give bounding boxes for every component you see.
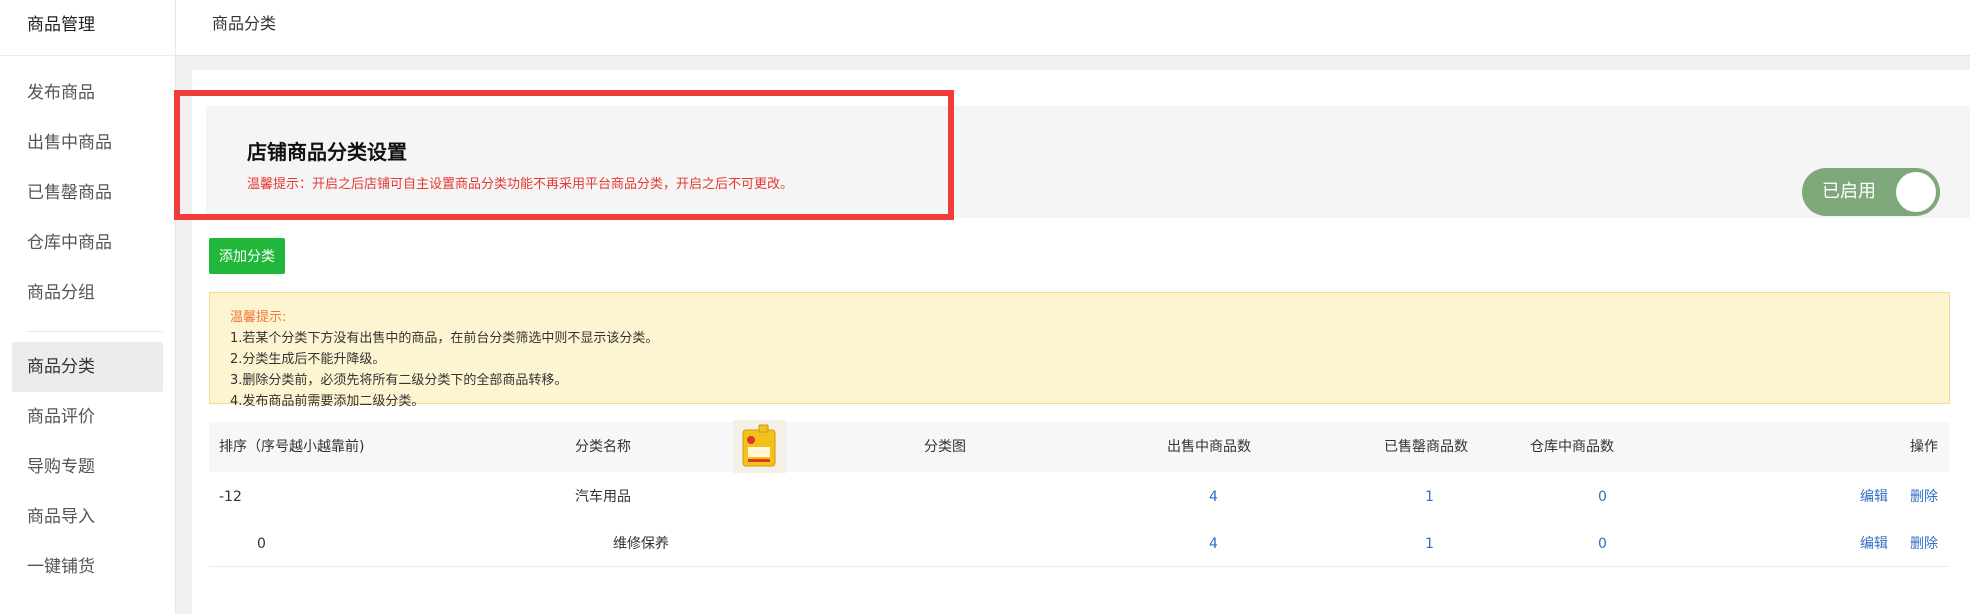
- row-sold-out: 1: [1425, 536, 1434, 552]
- sidebar-item-warehouse[interactable]: 仓库中商品: [0, 218, 175, 268]
- delete-link[interactable]: 删除: [1910, 519, 1938, 569]
- sidebar: 商品管理 发布商品 出售中商品 已售罄商品 仓库中商品 商品分组 商品分类 商品…: [0, 0, 176, 614]
- edit-link[interactable]: 编辑: [1860, 472, 1888, 522]
- app-root: 商品管理 发布商品 出售中商品 已售罄商品 仓库中商品 商品分组 商品分类 商品…: [0, 0, 1970, 614]
- sidebar-divider: [27, 331, 163, 332]
- table-header: 排序（序号越小越靠前) 分类名称 分类图 出售中商品数 已售罄商品数 仓库中商品…: [209, 422, 1950, 472]
- col-actions: 操作: [1910, 439, 1938, 455]
- row-in-stock: 0: [1598, 489, 1607, 505]
- sidebar-item-on-sale[interactable]: 出售中商品: [0, 118, 175, 168]
- row-on-sale: 4: [1209, 536, 1218, 552]
- row-sort: -12: [219, 489, 242, 505]
- sidebar-item-topics[interactable]: 导购专题: [0, 442, 175, 492]
- toggle-label: 已启用: [1822, 181, 1876, 202]
- sidebar-item-import[interactable]: 商品导入: [0, 492, 175, 542]
- row-in-stock: 0: [1598, 536, 1607, 552]
- notice-title: 温馨提示:: [230, 310, 287, 325]
- col-image: 分类图: [924, 439, 966, 455]
- notice-line: 3.删除分类前，必须先将所有二级分类下的全部商品转移。: [230, 373, 568, 388]
- col-on-sale: 出售中商品数: [1167, 439, 1251, 455]
- delete-link[interactable]: 删除: [1910, 472, 1938, 522]
- add-category-button[interactable]: 添加分类: [209, 238, 285, 274]
- table-row: -12 汽车用品 4 1 0 编辑 删除: [209, 472, 1950, 519]
- top-header: 商品分类: [176, 0, 1970, 56]
- sidebar-item-publish[interactable]: 发布商品: [0, 68, 175, 118]
- notice-box: 温馨提示: 1.若某个分类下方没有出售中的商品，在前台分类筛选中则不显示该分类。…: [209, 292, 1950, 409]
- sidebar-item-sold-out[interactable]: 已售罄商品: [0, 168, 175, 218]
- category-thumbnail-image: [733, 420, 786, 473]
- highlight-annotation-box: [174, 90, 954, 220]
- col-sold-out: 已售罄商品数: [1384, 439, 1468, 455]
- breadcrumb: 商品分类: [212, 14, 277, 33]
- sidebar-item-reviews[interactable]: 商品评价: [0, 392, 175, 442]
- col-sort: 排序（序号越小越靠前): [219, 439, 365, 455]
- toggle-knob: [1896, 172, 1936, 212]
- row-name: 维修保养: [613, 536, 669, 552]
- category-table: 排序（序号越小越靠前) 分类名称 分类图 出售中商品数 已售罄商品数 仓库中商品…: [209, 422, 1950, 567]
- row-on-sale: 4: [1209, 489, 1218, 505]
- sidebar-item-one-click[interactable]: 一键铺货: [0, 542, 175, 592]
- row-name: 汽车用品: [575, 489, 631, 505]
- table-row: 0 维修保养 4 1 0 编辑 删除: [209, 519, 1950, 566]
- edit-link[interactable]: 编辑: [1860, 519, 1888, 569]
- col-in-stock: 仓库中商品数: [1530, 439, 1614, 455]
- sidebar-group-2: 商品分类 商品评价 导购专题 商品导入 一键铺货: [0, 342, 175, 592]
- sidebar-item-categories[interactable]: 商品分类: [12, 342, 163, 392]
- sidebar-group-1: 发布商品 出售中商品 已售罄商品 仓库中商品 商品分组: [0, 56, 175, 318]
- row-sold-out: 1: [1425, 489, 1434, 505]
- notice-line: 4.发布商品前需要添加二级分类。: [230, 394, 425, 409]
- sidebar-item-groups[interactable]: 商品分组: [0, 268, 175, 318]
- notice-line: 2.分类生成后不能升降级。: [230, 352, 386, 367]
- sidebar-title: 商品管理: [0, 0, 175, 56]
- notice-line: 1.若某个分类下方没有出售中的商品，在前台分类筛选中则不显示该分类。: [230, 331, 659, 346]
- table-divider: [209, 566, 1950, 567]
- col-name: 分类名称: [575, 439, 631, 455]
- row-sort: 0: [257, 536, 266, 552]
- enable-toggle[interactable]: 已启用: [1802, 168, 1940, 216]
